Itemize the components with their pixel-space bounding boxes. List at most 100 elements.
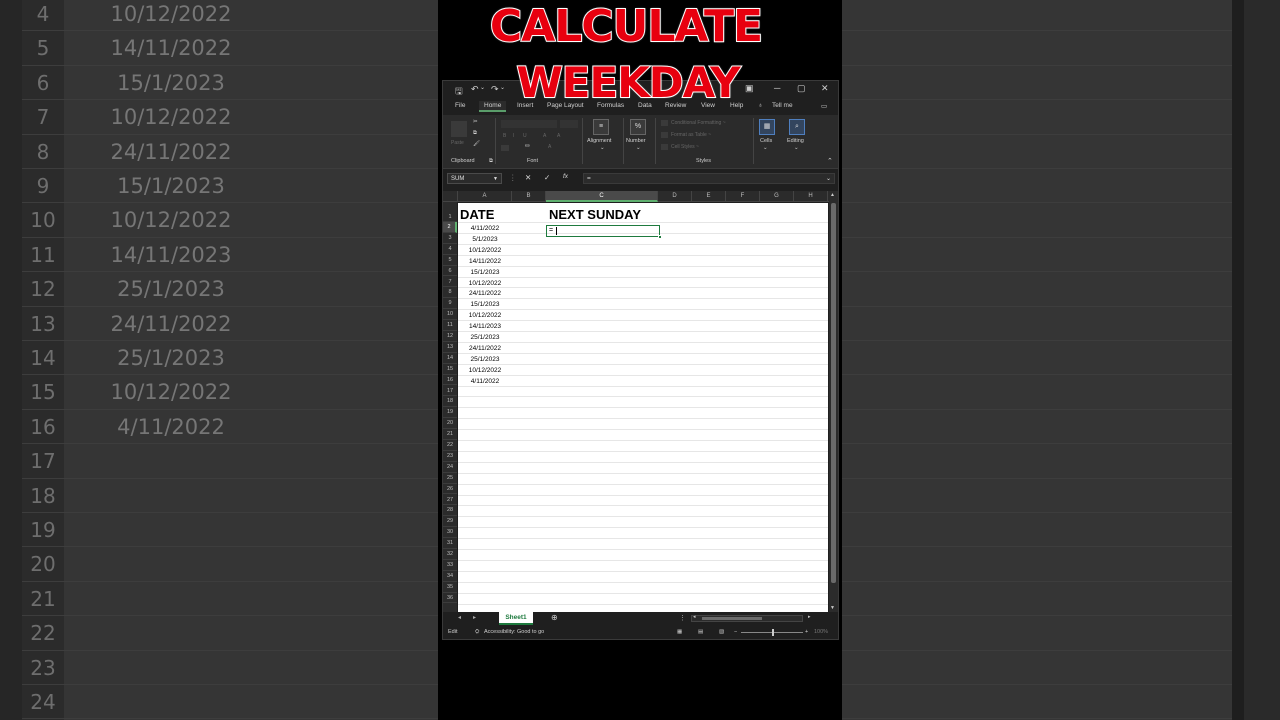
row-header-22[interactable]: 22 xyxy=(443,440,457,451)
active-cell-c2[interactable]: = xyxy=(546,225,662,239)
font-size-box[interactable] xyxy=(560,120,578,128)
row-header-36[interactable]: 36 xyxy=(443,593,457,604)
borders-icon[interactable] xyxy=(501,145,509,151)
row-header-26[interactable]: 26 xyxy=(443,484,457,495)
column-header-d[interactable]: D xyxy=(658,191,692,202)
enter-formula-icon[interactable]: ✓ xyxy=(544,173,550,182)
insert-function-icon[interactable]: fx xyxy=(563,173,568,180)
date-cell[interactable]: 10/12/2022 xyxy=(458,245,512,256)
date-cell[interactable]: 14/11/2022 xyxy=(458,256,512,267)
tab-splitter-icon[interactable]: ⋮ xyxy=(679,614,686,622)
cancel-formula-icon[interactable]: ✕ xyxy=(525,173,531,182)
column-header-f[interactable]: F xyxy=(726,191,760,202)
row-header-20[interactable]: 20 xyxy=(443,418,457,430)
italic-icon[interactable]: I xyxy=(513,133,514,139)
vertical-scroll-thumb[interactable] xyxy=(831,203,836,583)
editing-button[interactable]: Editing xyxy=(787,138,804,144)
row-header-29[interactable]: 29 xyxy=(443,516,457,528)
date-cell[interactable]: 10/12/2022 xyxy=(458,310,512,321)
sheet-tab-sheet1[interactable]: Sheet1 xyxy=(499,612,533,625)
column-header-e[interactable]: E xyxy=(692,191,726,202)
normal-view-icon[interactable]: ▦ xyxy=(677,629,682,635)
date-cell[interactable]: 24/11/2022 xyxy=(458,288,512,299)
row-header-4[interactable]: 4 xyxy=(443,244,457,255)
paste-label[interactable]: Paste xyxy=(451,140,464,146)
add-sheet-icon[interactable]: ⊕ xyxy=(551,613,558,622)
date-cell[interactable]: 14/11/2023 xyxy=(458,321,512,332)
page-layout-view-icon[interactable]: ▤ xyxy=(698,629,703,635)
date-cell[interactable]: 15/1/2023 xyxy=(458,267,512,278)
row-header-7[interactable]: 7 xyxy=(443,277,457,288)
font-shrink-icon[interactable]: A xyxy=(557,133,560,139)
row-header-9[interactable]: 9 xyxy=(443,298,457,310)
scroll-up-icon[interactable]: ▲ xyxy=(830,192,835,198)
tab-file[interactable]: File xyxy=(455,102,465,109)
row-header-10[interactable]: 10 xyxy=(443,309,457,321)
collapse-ribbon-icon[interactable]: ⌃ xyxy=(827,157,833,165)
row-header-25[interactable]: 25 xyxy=(443,473,457,484)
page-break-view-icon[interactable]: ▧ xyxy=(719,629,724,635)
zoom-in-icon[interactable]: + xyxy=(805,629,808,635)
date-cell[interactable]: 25/1/2023 xyxy=(458,332,512,343)
row-header-8[interactable]: 8 xyxy=(443,287,457,299)
formula-bar-more-icon[interactable]: ⋮ xyxy=(509,173,517,182)
date-cell[interactable]: 15/1/2023 xyxy=(458,299,512,310)
cells-button[interactable]: Cells xyxy=(760,138,772,144)
row-header-13[interactable]: 13 xyxy=(443,342,457,353)
row-header-27[interactable]: 27 xyxy=(443,495,457,506)
number-button[interactable]: Number xyxy=(626,138,646,144)
editing-icon[interactable]: ⌕ xyxy=(789,119,805,135)
format-as-table-icon[interactable] xyxy=(661,132,668,138)
paste-icon[interactable] xyxy=(451,121,467,137)
conditional-formatting-icon[interactable] xyxy=(661,120,668,126)
zoom-out-icon[interactable]: − xyxy=(734,629,737,635)
row-header-1[interactable]: 1 xyxy=(443,202,457,222)
number-format-icon[interactable]: % xyxy=(630,119,646,135)
row-header-3[interactable]: 3 xyxy=(443,233,457,244)
row-header-23[interactable]: 23 xyxy=(443,451,457,462)
clipboard-launcher-icon[interactable]: ⧉ xyxy=(489,158,493,165)
alignment-dropdown-icon[interactable]: ⌄ xyxy=(600,145,605,151)
zoom-slider-knob[interactable] xyxy=(772,629,774,636)
formula-input[interactable]: = ⌄ xyxy=(583,173,835,184)
editing-dropdown-icon[interactable]: ⌄ xyxy=(794,145,799,151)
prev-sheet-icon[interactable]: ◂ xyxy=(458,614,461,621)
row-header-2[interactable]: 2 xyxy=(443,222,457,233)
conditional-formatting-button[interactable]: Conditional Formatting ~ xyxy=(671,120,726,126)
minimize-icon[interactable]: ─ xyxy=(774,83,780,93)
font-grow-icon[interactable]: A xyxy=(543,133,546,139)
redo-icon[interactable]: ↷ xyxy=(491,84,499,95)
date-cell[interactable]: 10/12/2022 xyxy=(458,365,512,376)
next-sunday-header-cell[interactable]: NEXT SUNDAY xyxy=(549,207,641,222)
scroll-left-icon[interactable]: ◂ xyxy=(693,614,696,620)
column-header-g[interactable]: G xyxy=(760,191,794,202)
row-header-21[interactable]: 21 xyxy=(443,429,457,440)
row-header-17[interactable]: 17 xyxy=(443,386,457,397)
fill-color-icon[interactable]: ⛀ xyxy=(525,143,530,149)
undo-dropdown-icon[interactable]: ⌄ xyxy=(480,84,485,91)
next-sheet-icon[interactable]: ▸ xyxy=(473,614,476,621)
worksheet-grid[interactable]: DATE NEXT SUNDAY 4/11/2022 5/1/2023 10/12/… xyxy=(458,203,828,612)
scroll-right-icon[interactable]: ▸ xyxy=(808,614,811,620)
cut-icon[interactable]: ✂ xyxy=(473,119,478,125)
row-header-12[interactable]: 12 xyxy=(443,331,457,342)
cells-icon[interactable]: ▦ xyxy=(759,119,775,135)
date-cell[interactable]: 4/11/2022 xyxy=(458,223,512,234)
copy-icon[interactable]: ⧉ xyxy=(473,130,477,137)
underline-icon[interactable]: U xyxy=(523,133,527,139)
name-box[interactable]: SUM ▼ xyxy=(447,173,502,184)
fill-handle[interactable] xyxy=(658,235,662,239)
row-header-30[interactable]: 30 xyxy=(443,527,457,539)
cell-styles-button[interactable]: Cell Styles ~ xyxy=(671,144,699,150)
zoom-level[interactable]: 100% xyxy=(814,629,828,635)
name-box-dropdown-icon[interactable]: ▼ xyxy=(493,174,498,184)
format-painter-icon[interactable]: 🖌 xyxy=(473,141,480,147)
expand-formula-bar-icon[interactable]: ⌄ xyxy=(826,174,831,184)
bold-icon[interactable]: B xyxy=(503,133,506,139)
row-header-32[interactable]: 32 xyxy=(443,549,457,560)
horizontal-scrollbar[interactable] xyxy=(691,615,803,622)
scroll-down-icon[interactable]: ▼ xyxy=(830,605,835,611)
alignment-icon[interactable]: ≡ xyxy=(593,119,609,135)
row-header-18[interactable]: 18 xyxy=(443,396,457,408)
close-icon[interactable]: ✕ xyxy=(821,83,829,94)
